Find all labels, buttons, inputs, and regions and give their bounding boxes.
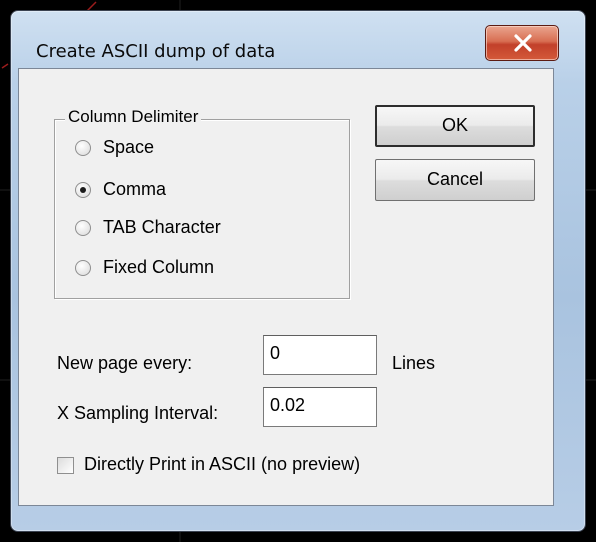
radio-button[interactable] <box>75 182 91 198</box>
radio-button[interactable] <box>75 140 91 156</box>
close-button[interactable] <box>485 25 559 61</box>
cancel-button[interactable]: Cancel <box>375 159 535 201</box>
direct-print-label[interactable]: Directly Print in ASCII (no preview) <box>84 454 360 475</box>
ok-button[interactable]: OK <box>375 105 535 147</box>
radio-button[interactable] <box>75 220 91 236</box>
sampling-interval-input[interactable]: 0.02 <box>263 387 377 427</box>
direct-print-checkbox[interactable] <box>57 457 74 474</box>
radio-label: TAB Character <box>103 217 221 237</box>
column-delimiter-legend: Column Delimiter <box>65 107 202 127</box>
radio-selected-dot <box>80 187 86 193</box>
dialog-title: Create ASCII dump of data <box>36 41 276 62</box>
radio-button[interactable] <box>75 260 91 276</box>
sampling-interval-label: X Sampling Interval: <box>57 403 219 423</box>
close-icon <box>514 34 532 52</box>
new-page-input[interactable]: 0 <box>263 335 377 375</box>
new-page-label: New page every: <box>57 353 193 373</box>
radio-label: Space <box>103 137 155 157</box>
radio-label: Comma <box>103 179 167 199</box>
radio-label: Fixed Column <box>103 257 215 277</box>
dialog-client: Column Delimiter Space Comma TAB Charact… <box>18 68 554 506</box>
new-page-unit: Lines <box>392 353 436 373</box>
